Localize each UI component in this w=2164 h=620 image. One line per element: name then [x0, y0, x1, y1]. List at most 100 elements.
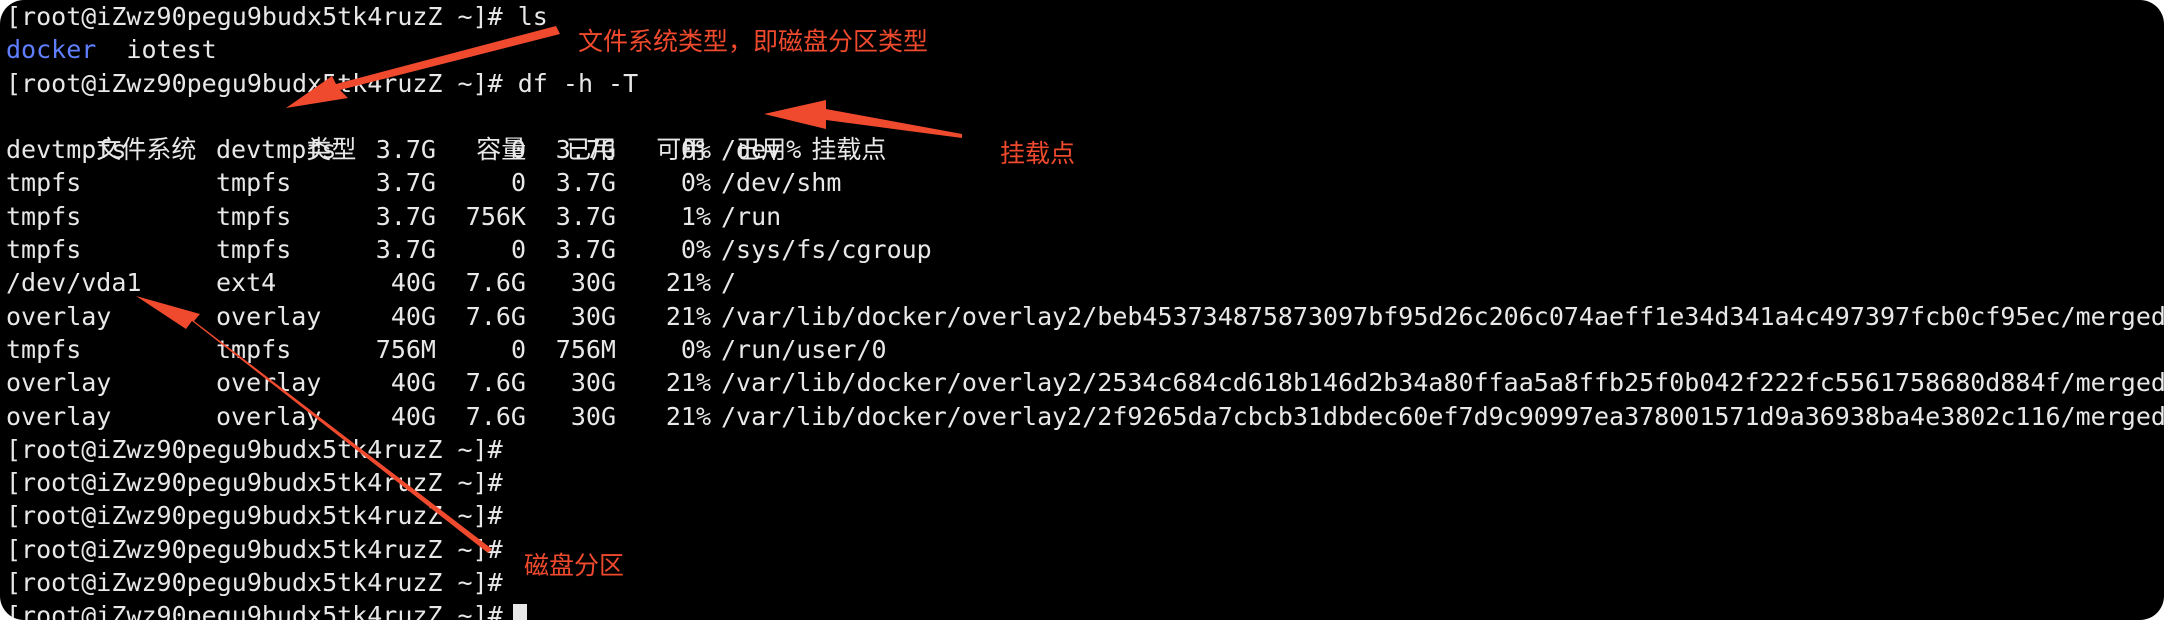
shell-prompt: [root@iZwz90pegu9budx5tk4ruzZ ~]#: [6, 434, 503, 464]
fs-type: ext4: [216, 268, 277, 298]
fs-mountpoint: /var/lib/docker/overlay2/2534c684cd618b1…: [721, 368, 2164, 398]
fs-use-percent: 21%: [665, 368, 711, 398]
fs-used: 7.6G: [465, 368, 526, 398]
fs-used: 756K: [465, 201, 526, 231]
fs-name: overlay: [6, 301, 112, 331]
fs-avail: 3.7G: [555, 235, 616, 265]
fs-mountpoint: /sys/fs/cgroup: [721, 235, 932, 265]
fs-name: tmpfs: [6, 168, 82, 198]
ls-dir-docker: docker: [6, 35, 97, 65]
fs-avail: 30G: [570, 268, 616, 298]
fs-name: tmpfs: [6, 235, 82, 265]
table-row: tmpfs tmpfs 3.7G 0 3.7G 0% /dev/shm: [6, 166, 2156, 199]
fs-size: 40G: [390, 268, 436, 298]
terminal-line: [root@iZwz90pegu9budx5tk4ruzZ ~]#: [6, 533, 2156, 566]
table-row: devtmpfs devtmpfs 3.7G 0 3.7G 0% /dev: [6, 133, 2156, 166]
fs-avail: 30G: [570, 368, 616, 398]
fs-name: tmpfs: [6, 334, 82, 364]
fs-use-percent: 21%: [665, 301, 711, 331]
shell-prompt: [root@iZwz90pegu9budx5tk4ruzZ ~]#: [6, 601, 503, 620]
fs-size: 40G: [390, 401, 436, 431]
terminal-line: [root@iZwz90pegu9budx5tk4ruzZ ~]#: [6, 499, 2156, 532]
text-cursor: [512, 604, 527, 620]
terminal-window[interactable]: [root@iZwz90pegu9budx5tk4ruzZ ~]# ls doc…: [0, 0, 2164, 620]
terminal-line: [root@iZwz90pegu9budx5tk4ruzZ ~]#: [6, 566, 2156, 599]
fs-type: tmpfs: [216, 235, 292, 265]
fs-mountpoint: /run: [721, 201, 782, 231]
fs-size: 40G: [390, 301, 436, 331]
terminal-line: [root@iZwz90pegu9budx5tk4ruzZ ~]#: [6, 433, 2156, 466]
fs-avail: 30G: [570, 301, 616, 331]
fs-use-percent: 0%: [680, 168, 711, 198]
fs-avail: 30G: [570, 401, 616, 431]
fs-used: 0: [510, 168, 526, 198]
table-row: overlay overlay 40G 7.6G 30G 21% /var/lib/dock…: [6, 366, 2164, 399]
annotation-fs-type: 文件系统类型，即磁盘分区类型: [578, 27, 929, 56]
fs-used: 7.6G: [465, 301, 526, 331]
annotation-disk-partition: 磁盘分区: [524, 551, 625, 580]
fs-type: tmpfs: [216, 201, 292, 231]
shell-prompt: [root@iZwz90pegu9budx5tk4ruzZ ~]#: [6, 568, 503, 598]
fs-type: overlay: [216, 301, 322, 331]
fs-mountpoint: /: [721, 268, 737, 298]
fs-use-percent: 0%: [680, 135, 711, 165]
fs-used: 7.6G: [465, 268, 526, 298]
table-row: tmpfs tmpfs 3.7G 0 3.7G 0% /sys/fs/cgroup: [6, 233, 2156, 266]
terminal-line: [root@iZwz90pegu9budx5tk4ruzZ ~]#: [6, 466, 2156, 499]
fs-name: tmpfs: [6, 201, 82, 231]
fs-use-percent: 21%: [665, 401, 711, 431]
terminal-line-active[interactable]: [root@iZwz90pegu9budx5tk4ruzZ ~]#: [6, 599, 2156, 620]
fs-mountpoint: /run/user/0: [721, 334, 887, 364]
fs-size: 3.7G: [375, 168, 436, 198]
fs-mountpoint: /dev/shm: [721, 168, 842, 198]
fs-size: 3.7G: [375, 201, 436, 231]
command-text: df -h -T: [502, 68, 639, 98]
fs-avail: 756M: [555, 334, 616, 364]
terminal-output: [root@iZwz90pegu9budx5tk4ruzZ ~]# ls doc…: [6, 0, 2164, 620]
fs-use-percent: 0%: [680, 334, 711, 364]
shell-prompt: [root@iZwz90pegu9budx5tk4ruzZ ~]#: [6, 501, 503, 531]
header-mounted-on: 挂载点: [811, 135, 887, 165]
fs-use-percent: 21%: [665, 268, 711, 298]
fs-type: tmpfs: [216, 168, 292, 198]
fs-used: 0: [510, 135, 526, 165]
fs-size: 3.7G: [375, 235, 436, 265]
table-row: tmpfs tmpfs 3.7G 756K 3.7G 1% /run: [6, 200, 2156, 233]
fs-type: overlay: [216, 368, 322, 398]
fs-use-percent: 1%: [680, 201, 711, 231]
fs-used: 0: [510, 235, 526, 265]
df-table-body: devtmpfs devtmpfs 3.7G 0 3.7G 0%/dev tmpfs tmpf…: [6, 133, 2164, 433]
fs-type: tmpfs: [216, 334, 292, 364]
fs-avail: 3.7G: [555, 135, 616, 165]
fs-mountpoint: /var/lib/docker/overlay2/2f9265da7cbcb31…: [721, 401, 2164, 431]
table-row: overlay overlay 40G 7.6G 30G 21% /var/lib/dock…: [6, 400, 2164, 433]
terminal-line: docker iotest: [6, 33, 2156, 66]
fs-name: devtmpfs: [6, 135, 127, 165]
terminal-line: [root@iZwz90pegu9budx5tk4ruzZ ~]# ls: [6, 0, 2156, 33]
shell-prompt: [root@iZwz90pegu9budx5tk4ruzZ ~]#: [6, 68, 503, 98]
table-row: /dev/vda1 ext4 40G 7.6G 30G 21% /: [6, 266, 2156, 299]
fs-avail: 3.7G: [555, 168, 616, 198]
fs-avail: 3.7G: [555, 201, 616, 231]
fs-used: 0: [510, 334, 526, 364]
shell-prompt: [root@iZwz90pegu9budx5tk4ruzZ ~]#: [6, 534, 503, 564]
df-header-row: 文件系统 类型 容量 已用 可用 已用% 挂载点: [6, 100, 2156, 164]
fs-mountpoint: /dev: [721, 135, 782, 165]
fs-type: overlay: [216, 401, 322, 431]
fs-type: devtmpfs: [216, 135, 337, 165]
fs-name: overlay: [6, 368, 112, 398]
shell-prompt: [root@iZwz90pegu9budx5tk4ruzZ ~]#: [6, 468, 503, 498]
annotation-mount-point: 挂载点: [1000, 139, 1076, 168]
fs-size: 40G: [390, 368, 436, 398]
fs-size: 756M: [375, 334, 436, 364]
table-row: overlay overlay 40G 7.6G 30G 21% /var/lib/dock…: [6, 300, 2164, 333]
ls-file-iotest: iotest: [96, 35, 217, 65]
fs-name: /dev/vda1: [6, 268, 142, 298]
command-text: ls: [502, 2, 548, 31]
fs-name: overlay: [6, 401, 112, 431]
fs-size: 3.7G: [375, 135, 436, 165]
terminal-line: [root@iZwz90pegu9budx5tk4ruzZ ~]# df -h …: [6, 67, 2156, 100]
table-row: tmpfs tmpfs 756M 0 756M 0% /run/user/0: [6, 333, 2156, 366]
fs-use-percent: 0%: [680, 235, 711, 265]
shell-prompt: [root@iZwz90pegu9budx5tk4ruzZ ~]#: [6, 2, 503, 31]
